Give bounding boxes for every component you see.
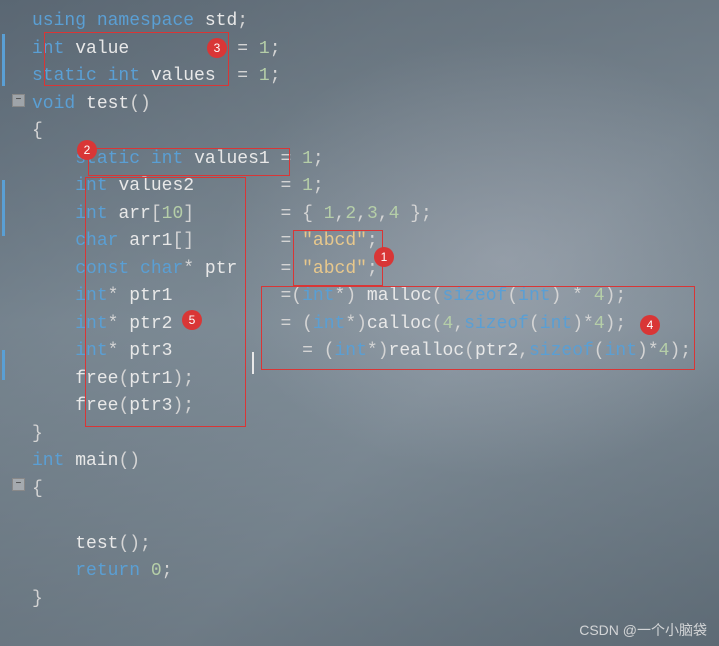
text-cursor <box>252 352 254 374</box>
code-line[interactable]: return 0; <box>18 558 719 586</box>
annotation-badge-1: 1 <box>374 247 394 267</box>
code-line[interactable]: free(ptr1); <box>18 366 719 394</box>
code-line[interactable]: char arr1[] = "abcd"; <box>18 228 719 256</box>
code-editor: − − using namespace std; int value = 1; … <box>0 0 719 621</box>
gutter: − − <box>0 0 18 621</box>
code-line[interactable]: int value = 1; <box>18 36 719 64</box>
code-line[interactable]: } <box>18 421 719 449</box>
code-line[interactable]: int main() <box>18 448 719 476</box>
code-line[interactable]: int values2 = 1; <box>18 173 719 201</box>
code-line[interactable]: { <box>18 118 719 146</box>
watermark: CSDN @一个小脑袋 <box>579 620 707 640</box>
code-line[interactable]: int* ptr1 =(int*) malloc(sizeof(int) * 4… <box>18 283 719 311</box>
fold-bar <box>2 34 5 86</box>
code-line[interactable]: } <box>18 586 719 614</box>
code-line[interactable]: int* ptr2 = (int*)calloc(4,sizeof(int)*4… <box>18 311 719 339</box>
code-line[interactable]: { <box>18 476 719 504</box>
annotation-badge-5: 5 <box>182 310 202 330</box>
fold-bar <box>2 180 5 236</box>
code-line[interactable]: const char* ptr = "abcd"; <box>18 256 719 284</box>
code-line[interactable]: static int values1 = 1; <box>18 146 719 174</box>
annotation-badge-2: 2 <box>77 140 97 160</box>
code-line[interactable]: int arr[10] = { 1,2,3,4 }; <box>18 201 719 229</box>
annotation-badge-4: 4 <box>640 315 660 335</box>
code-line[interactable]: int* ptr3 = (int*)realloc(ptr2,sizeof(in… <box>18 338 719 366</box>
code-line[interactable]: using namespace std; <box>18 8 719 36</box>
code-line[interactable]: void test() <box>18 91 719 119</box>
annotation-badge-3: 3 <box>207 38 227 58</box>
fold-bar <box>2 350 5 380</box>
code-line[interactable]: free(ptr3); <box>18 393 719 421</box>
code-line[interactable]: static int values = 1; <box>18 63 719 91</box>
code-line[interactable]: test(); <box>18 531 719 559</box>
code-line[interactable] <box>18 503 719 531</box>
